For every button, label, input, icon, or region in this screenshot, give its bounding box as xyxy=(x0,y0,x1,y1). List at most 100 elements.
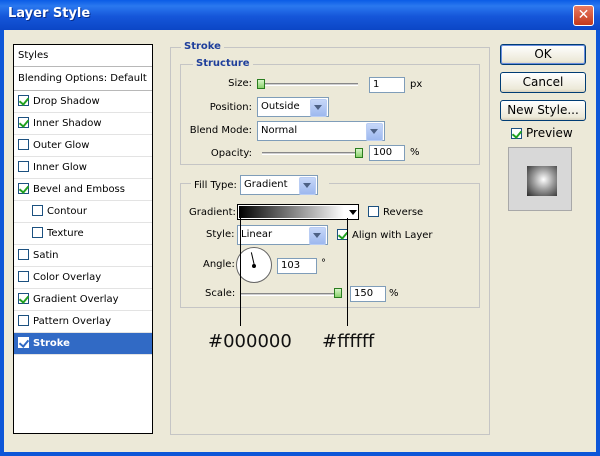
styles-list: Styles Blending Options: Default Drop Sh… xyxy=(13,44,153,434)
gradient-picker[interactable] xyxy=(237,204,359,220)
style-item-outer-glow[interactable]: Outer Glow xyxy=(14,135,152,157)
size-slider-thumb[interactable] xyxy=(257,79,265,89)
gradient-swatch[interactable] xyxy=(239,206,344,218)
black-color-annotation: #000000 xyxy=(208,331,292,352)
position-label: Position: xyxy=(209,102,252,113)
preview-thumbnail xyxy=(508,147,572,211)
scale-slider[interactable] xyxy=(240,293,340,296)
checkbox[interactable] xyxy=(18,139,29,150)
style-item-contour[interactable]: Contour xyxy=(14,201,152,223)
style-item-pattern-overlay[interactable]: Pattern Overlay xyxy=(14,311,152,333)
style-item-label: Satin xyxy=(33,250,59,261)
scale-input[interactable]: 150 xyxy=(350,286,386,302)
fill-type-select[interactable]: Gradient xyxy=(240,175,318,195)
fill-type-label: Fill Type: xyxy=(194,180,237,191)
style-item-label: Bevel and Emboss xyxy=(33,184,125,195)
style-item-drop-shadow[interactable]: Drop Shadow xyxy=(14,91,152,113)
align-with-layer-checkbox[interactable]: Align with Layer xyxy=(337,229,433,241)
window-title: Layer Style xyxy=(8,6,91,21)
chevron-down-icon[interactable] xyxy=(349,210,357,215)
chevron-down-icon[interactable] xyxy=(309,227,326,245)
stroke-section-title: Stroke xyxy=(181,41,224,52)
white-color-annotation: #ffffff xyxy=(322,331,375,352)
fill-type-value: Gradient xyxy=(244,179,288,190)
opacity-input[interactable]: 100 xyxy=(369,145,405,161)
position-select[interactable]: Outside xyxy=(257,97,329,117)
style-item-bevel-and-emboss[interactable]: Bevel and Emboss xyxy=(14,179,152,201)
blending-options-item[interactable]: Blending Options: Default xyxy=(14,67,152,91)
checkbox[interactable] xyxy=(32,205,43,216)
style-item-color-overlay[interactable]: Color Overlay xyxy=(14,267,152,289)
gradient-label: Gradient: xyxy=(189,207,236,218)
checkbox[interactable] xyxy=(18,161,29,172)
preview-checkbox-box[interactable] xyxy=(511,128,522,139)
style-item-label: Color Overlay xyxy=(33,272,102,283)
chevron-down-icon[interactable] xyxy=(366,123,383,141)
angle-dial-center xyxy=(252,264,256,268)
close-icon[interactable]: ✕ xyxy=(573,5,594,26)
style-item-inner-shadow[interactable]: Inner Shadow xyxy=(14,113,152,135)
preview-checkbox[interactable]: Preview xyxy=(511,126,573,140)
size-slider[interactable] xyxy=(260,83,358,86)
checkbox[interactable] xyxy=(18,183,29,194)
cancel-button[interactable]: Cancel xyxy=(500,72,586,93)
style-select[interactable]: Linear xyxy=(237,225,328,245)
opacity-slider-thumb[interactable] xyxy=(355,148,363,158)
checkbox[interactable] xyxy=(18,117,29,128)
style-item-stroke[interactable]: Stroke xyxy=(14,333,152,355)
white-stop-pointer xyxy=(347,218,348,326)
checkbox[interactable] xyxy=(18,271,29,282)
checkbox[interactable] xyxy=(18,249,29,260)
angle-dial[interactable] xyxy=(236,247,272,283)
structure-title: Structure xyxy=(193,58,253,69)
checkbox[interactable] xyxy=(32,227,43,238)
size-input[interactable]: 1 xyxy=(369,77,405,93)
style-item-inner-glow[interactable]: Inner Glow xyxy=(14,157,152,179)
reverse-checkbox[interactable]: Reverse xyxy=(368,206,423,218)
blend-mode-select[interactable]: Normal xyxy=(257,121,385,141)
align-label: Align with Layer xyxy=(352,230,433,241)
angle-input[interactable]: 103 xyxy=(277,258,317,274)
reverse-checkbox-box[interactable] xyxy=(368,206,379,217)
style-item-label: Drop Shadow xyxy=(33,96,100,107)
style-value: Linear xyxy=(241,229,273,240)
angle-unit: ° xyxy=(321,258,326,269)
style-item-label: Inner Shadow xyxy=(33,118,102,129)
style-item-label: Texture xyxy=(47,228,84,239)
position-value: Outside xyxy=(261,101,300,112)
style-item-gradient-overlay[interactable]: Gradient Overlay xyxy=(14,289,152,311)
chevron-down-icon[interactable] xyxy=(299,177,316,195)
styles-header[interactable]: Styles xyxy=(14,45,152,67)
opacity-label: Opacity: xyxy=(210,148,252,159)
angle-label: Angle: xyxy=(203,259,235,270)
blend-mode-value: Normal xyxy=(261,125,298,136)
blend-mode-label: Blend Mode: xyxy=(189,125,252,136)
preview-label: Preview xyxy=(526,126,573,140)
style-item-label: Inner Glow xyxy=(33,162,87,173)
checkbox[interactable] xyxy=(18,293,29,304)
scale-label: Scale: xyxy=(205,288,236,299)
style-item-label: Gradient Overlay xyxy=(33,294,119,305)
style-item-label: Outer Glow xyxy=(33,140,90,151)
style-item-texture[interactable]: Texture xyxy=(14,223,152,245)
style-item-label: Contour xyxy=(47,206,87,217)
black-stop-pointer xyxy=(240,218,241,326)
scale-unit: % xyxy=(389,288,399,299)
preview-image xyxy=(527,166,557,196)
chevron-down-icon[interactable] xyxy=(310,99,327,117)
new-style-button[interactable]: New Style... xyxy=(500,100,586,121)
size-label: Size: xyxy=(228,78,252,89)
checkbox[interactable] xyxy=(18,337,29,348)
opacity-slider[interactable] xyxy=(262,152,362,155)
checkbox[interactable] xyxy=(18,315,29,326)
checkbox[interactable] xyxy=(18,95,29,106)
style-label: Style: xyxy=(206,229,235,240)
style-item-label: Pattern Overlay xyxy=(33,316,112,327)
size-unit: px xyxy=(410,79,423,90)
reverse-label: Reverse xyxy=(383,207,424,218)
scale-slider-thumb[interactable] xyxy=(334,288,342,298)
ok-button[interactable]: OK xyxy=(500,44,586,65)
style-item-satin[interactable]: Satin xyxy=(14,245,152,267)
style-item-label: Stroke xyxy=(33,338,70,349)
opacity-unit: % xyxy=(410,147,420,158)
